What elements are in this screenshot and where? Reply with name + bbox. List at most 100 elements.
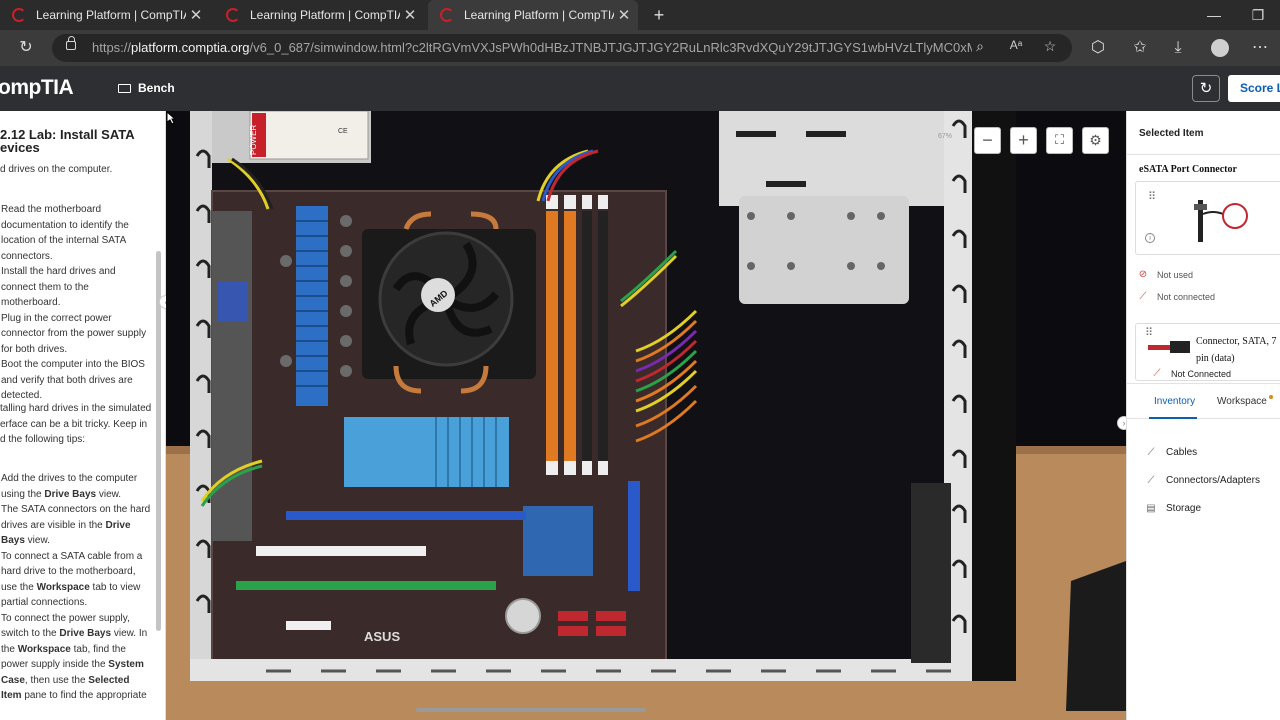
tip-item: The SATA connectors on the hard drives a… xyxy=(1,504,151,546)
usage-status: ⊘ Not used xyxy=(1136,269,1193,280)
ram-slot xyxy=(582,211,592,461)
refresh-icon: ↻ xyxy=(1199,80,1213,97)
close-tab-icon[interactable]: ✕ xyxy=(186,6,206,24)
not-connected-icon: ⟋ xyxy=(1153,368,1161,379)
tip-item: Add the drives to the computer using the… xyxy=(1,473,138,500)
browser-tab-3-active[interactable]: Learning Platform | CompTIA ✕ xyxy=(428,0,638,30)
selected-item-header: Selected Item xyxy=(1127,111,1280,155)
selected-item-panel: Selected Item eSATA Port Connector ⠿ i ⊘… xyxy=(1126,111,1280,720)
connector-name: Connector, SATA, 7 pin (data) xyxy=(1196,336,1277,364)
info-icon[interactable]: i xyxy=(1145,233,1155,243)
connectors-icon: ⟋ xyxy=(1147,475,1155,486)
more-menu-icon[interactable]: ⋯ xyxy=(1248,36,1272,60)
case-fan xyxy=(911,483,951,663)
ram-slot xyxy=(598,211,608,461)
pcie-slot xyxy=(236,581,496,590)
lock-icon xyxy=(66,36,76,50)
browser-tab-2[interactable]: Learning Platform | CompTIA ✕ xyxy=(214,0,424,30)
drive-cage xyxy=(719,111,944,206)
downloads-icon[interactable]: ⤓ xyxy=(1166,36,1190,60)
pci-slot xyxy=(286,621,331,630)
ram-slot xyxy=(546,211,558,461)
tab-inventory[interactable]: Inventory xyxy=(1154,396,1195,407)
close-tab-icon[interactable]: ✕ xyxy=(400,6,420,24)
address-bar[interactable]: https://platform.comptia.org/v6_0_687/si… xyxy=(52,34,1072,62)
instruction-step: Boot the computer into the BIOS and veri… xyxy=(1,359,145,401)
inventory-item-connectors[interactable]: ⟋ Connectors/Adapters xyxy=(1145,475,1260,486)
restore-button[interactable]: ❐ xyxy=(1236,0,1280,30)
app-header: ompTIA Bench ↻ Score La xyxy=(0,66,1280,111)
sata-connector-image xyxy=(1148,341,1190,353)
instruction-step: Install the hard drives and connect them… xyxy=(1,266,116,308)
pc-case-illustration: POWER CE AMD ASUS xyxy=(166,111,1126,720)
simulation-canvas[interactable]: POWER CE AMD ASUS 67% − + ⛶ ⚙ xyxy=(166,111,1126,720)
ram-slot xyxy=(564,211,576,461)
psu-label: POWER xyxy=(249,125,258,155)
instructions-panel: 2.12 Lab: Install SATA evices d drives o… xyxy=(0,111,166,720)
comptia-favicon-icon xyxy=(226,8,240,22)
tips-list: Add the drives to the computer using the… xyxy=(1,471,151,704)
fullscreen-button[interactable]: ⛶ xyxy=(1046,127,1073,154)
reset-lab-button[interactable]: ↻ xyxy=(1192,75,1220,102)
read-aloud-icon[interactable]: Aᵃ xyxy=(1006,38,1026,52)
tab-title: Learning Platform | CompTIA xyxy=(464,8,614,22)
panel-tabs: Inventory Workspace xyxy=(1127,383,1280,419)
score-lab-button[interactable]: Score La xyxy=(1228,75,1280,102)
tab-title: Learning Platform | CompTIA xyxy=(250,8,400,22)
southbridge-heatsink xyxy=(523,506,593,576)
instructions-scrollbar[interactable] xyxy=(156,251,161,631)
zoom-level: 67% xyxy=(938,133,953,140)
new-tab-button[interactable]: + xyxy=(648,4,670,26)
favorites-icon[interactable]: ✩ xyxy=(1128,36,1152,60)
lab-title: 2.12 Lab: Install SATA evices xyxy=(0,127,135,155)
extensions-icon[interactable]: ⬡ xyxy=(1086,36,1110,60)
comptia-favicon-icon xyxy=(440,8,454,22)
profile-avatar-icon[interactable] xyxy=(1208,36,1232,60)
instruction-step: Read the motherboard documentation to id… xyxy=(1,204,129,262)
psu-marks: CE xyxy=(338,128,348,135)
connector-card[interactable]: ⠿ Connector, SATA, 7 pin (data) ⟋ Not Co… xyxy=(1135,323,1280,381)
workspace-notification-dot xyxy=(1269,395,1273,399)
simulation-horizontal-scrollbar[interactable] xyxy=(416,708,646,712)
not-connected-icon: ⟋ xyxy=(1139,291,1147,302)
drag-handle-icon[interactable]: ⠿ xyxy=(1148,190,1156,203)
selected-item-card[interactable]: ⠿ i xyxy=(1135,181,1280,255)
instruction-steps: Read the motherboard documentation to id… xyxy=(1,202,151,404)
zoom-in-button[interactable]: + xyxy=(1010,127,1037,154)
tab-workspace[interactable]: Workspace xyxy=(1217,396,1267,407)
favorite-star-icon[interactable]: ☆ xyxy=(1040,38,1060,55)
drive-bay-plate xyxy=(739,196,909,304)
inventory-item-cables[interactable]: ⟋ Cables xyxy=(1145,447,1198,458)
instruction-step: Plug in the correct power connector from… xyxy=(1,312,147,355)
esata-connector-image xyxy=(1194,200,1248,242)
reload-icon[interactable]: ↻ xyxy=(14,36,38,60)
connection-status: ⟋ Not connected xyxy=(1136,291,1216,302)
minimize-button[interactable]: — xyxy=(1192,0,1236,30)
browser-tab-1[interactable]: Learning Platform | CompTIA ✕ xyxy=(0,0,210,30)
keyboard xyxy=(1066,561,1126,711)
lab-subtitle: d drives on the computer. xyxy=(0,164,113,175)
bench-button[interactable]: Bench xyxy=(118,81,175,95)
mouse-cursor-icon xyxy=(166,111,175,125)
tip-item: To connect a SATA cable from a hard driv… xyxy=(1,550,143,609)
tab-title: Learning Platform | CompTIA xyxy=(36,8,186,22)
comptia-logo: ompTIA xyxy=(0,76,74,99)
tip-item: To connect the power supply, switch to t… xyxy=(1,612,148,702)
zoom-search-icon[interactable]: ⌕ xyxy=(970,38,990,55)
close-tab-icon[interactable]: ✕ xyxy=(614,6,634,24)
board-brand: ASUS xyxy=(364,629,400,644)
browser-toolbar: ↻ https://platform.comptia.org/v6_0_687/… xyxy=(0,30,1280,66)
settings-button[interactable]: ⚙ xyxy=(1082,127,1109,154)
not-used-icon: ⊘ xyxy=(1138,269,1148,280)
bench-icon xyxy=(118,83,131,93)
browser-tab-strip: Learning Platform | CompTIA ✕ Learning P… xyxy=(0,0,1280,30)
zoom-out-button[interactable]: − xyxy=(974,127,1001,154)
connector-status: ⟋ Not Connected xyxy=(1150,368,1232,379)
pci-slot xyxy=(256,546,426,556)
url-text: https://platform.comptia.org/v6_0_687/si… xyxy=(92,40,972,55)
bench-label: Bench xyxy=(138,81,175,95)
cables-icon: ⟋ xyxy=(1147,447,1155,458)
inventory-item-storage[interactable]: ▤ Storage xyxy=(1145,503,1201,514)
active-tab-indicator xyxy=(1149,417,1197,419)
comptia-favicon-icon xyxy=(12,8,26,22)
